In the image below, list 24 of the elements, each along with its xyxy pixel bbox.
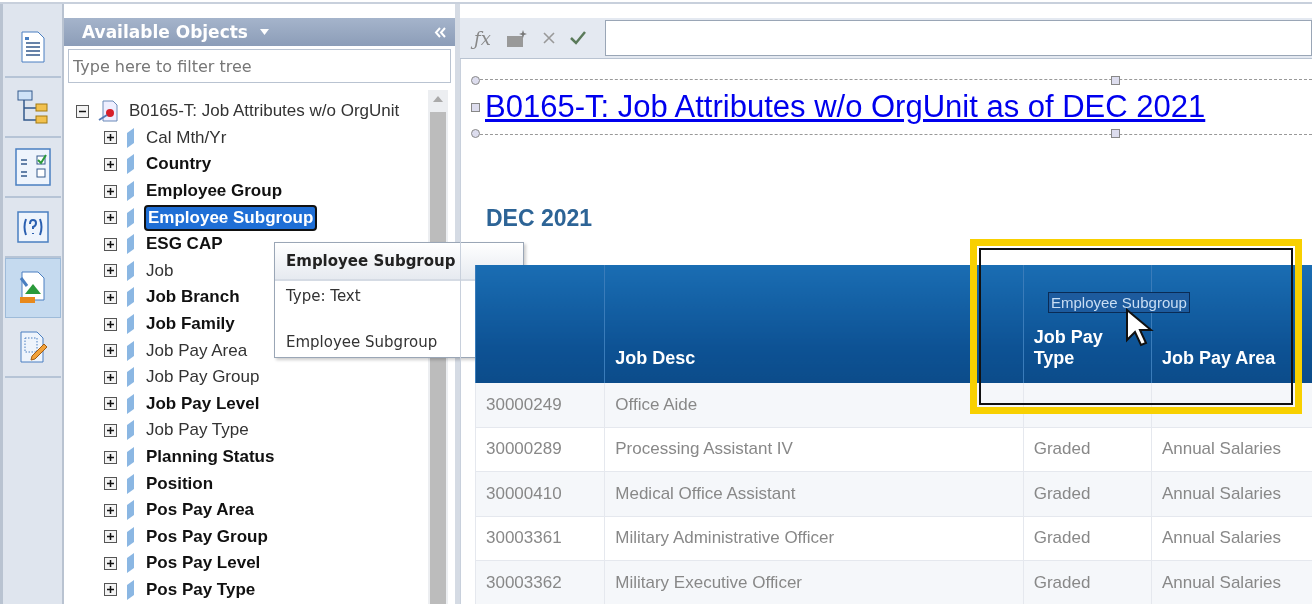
table-cell: 30003362 xyxy=(475,560,605,604)
table-cell: Graded xyxy=(1023,516,1152,561)
panel-title: Available Objects xyxy=(82,22,248,42)
tooltip-title: Employee Subgroup xyxy=(275,243,523,281)
tooltip-description: Employee Subgroup xyxy=(285,332,439,353)
table-cell: Annual Salaries xyxy=(1151,427,1312,472)
table-cell: Annual Salaries xyxy=(1151,516,1312,561)
table-cell: Graded xyxy=(1023,560,1152,604)
table-cell: Military Administrative Officer xyxy=(604,516,1024,561)
table-cell: Graded xyxy=(1023,471,1152,516)
drag-label: Employee Subgroup xyxy=(1048,292,1190,313)
table-cell: Military Executive Officer xyxy=(604,560,1024,604)
table-cell: Annual Salaries xyxy=(1151,471,1312,516)
table-cell: 30000249 xyxy=(475,383,605,427)
table-cell: Medical Office Assistant xyxy=(604,471,1024,516)
table-cell: 30000289 xyxy=(475,427,605,472)
report-subtitle: DEC 2021 xyxy=(486,205,593,232)
tooltip-type: Type: Text xyxy=(285,286,362,307)
table-cell: Processing Assistant IV xyxy=(604,427,1024,472)
table-cell: Graded xyxy=(1023,427,1152,472)
table-cell: 30003361 xyxy=(475,516,605,561)
table-cell: Office Aide xyxy=(604,383,1024,427)
table-cell: 30000410 xyxy=(475,471,605,516)
table-cell: Annual Salaries xyxy=(1151,560,1312,604)
